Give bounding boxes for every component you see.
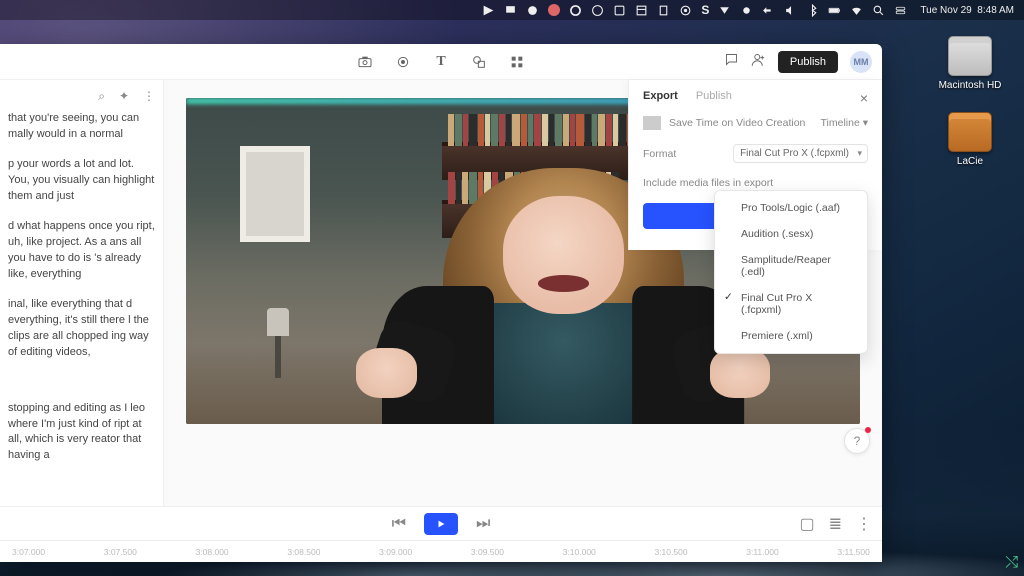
format-option[interactable]: Premiere (.xml) <box>715 323 867 349</box>
include-media-label: Include media files in export <box>643 177 773 189</box>
user-avatar[interactable]: MM <box>850 51 872 73</box>
layout-icon[interactable]: ▢ <box>799 514 814 534</box>
project-title: Save Time on Video Creation <box>669 117 805 129</box>
volume-icon[interactable] <box>784 4 797 17</box>
menubar-icon[interactable] <box>635 4 648 17</box>
ruler-mark: 3:08.000 <box>196 547 229 557</box>
comment-icon[interactable] <box>724 52 739 72</box>
scope-select[interactable]: Timeline ▾ <box>821 117 869 129</box>
grid-icon[interactable] <box>509 54 525 70</box>
record-icon[interactable] <box>395 54 411 70</box>
desktop-icon-label: Macintosh HD <box>938 80 1002 91</box>
ruler-mark: 3:09.500 <box>471 547 504 557</box>
menubar-icon[interactable] <box>613 4 626 17</box>
menubar-icon[interactable] <box>482 4 495 17</box>
ruler-mark: 3:11.500 <box>837 547 869 557</box>
play-button[interactable] <box>424 513 458 535</box>
timeline-ruler[interactable]: 3:07.000 3:07.500 3:08.000 3:08.500 3:09.000… <box>0 540 882 562</box>
menubar-status-red[interactable] <box>548 4 560 16</box>
ruler-mark: 3:09.000 <box>379 547 412 557</box>
transcript-sidebar: ⌕ ✦ ⋮ that you're seeing, you can mally … <box>0 80 164 506</box>
add-person-icon[interactable] <box>751 52 766 72</box>
menubar-icon[interactable] <box>762 4 775 17</box>
menubar-icon[interactable] <box>679 4 692 17</box>
search-icon[interactable]: ⌕ <box>98 88 105 105</box>
menubar-clock[interactable]: Tue Nov 29 8:48 AM <box>920 5 1014 16</box>
close-icon[interactable]: × <box>860 90 868 106</box>
drive-icon <box>948 112 992 152</box>
tab-publish[interactable]: Publish <box>696 90 732 102</box>
menubar-icon[interactable] <box>591 4 604 17</box>
format-label: Format <box>643 148 676 160</box>
timeline-view-icon[interactable]: ≣ <box>829 514 842 534</box>
menubar-icon[interactable] <box>526 4 539 17</box>
toolbar-center-tools: T <box>357 54 525 70</box>
format-select[interactable]: Final Cut Pro X (.fcpxml) <box>733 144 868 163</box>
camera-icon[interactable] <box>357 54 373 70</box>
publish-button[interactable]: Publish <box>778 51 838 73</box>
menubar-icon[interactable] <box>740 4 753 17</box>
descript-window: T Publish MM ⌕ ✦ ⋮ that you're seeing, y… <box>0 44 882 562</box>
battery-icon[interactable] <box>828 4 841 17</box>
transcript-line[interactable]: d what happens once you ript, uh, like p… <box>8 219 155 283</box>
transcript-line[interactable]: inal, like everything that d everything,… <box>8 297 155 361</box>
drive-icon <box>948 36 992 76</box>
clock-time: 8:48 AM <box>977 5 1014 16</box>
help-fab[interactable]: ? <box>844 428 870 454</box>
format-option[interactable]: Final Cut Pro X (.fcpxml) <box>715 285 867 323</box>
project-thumbnail <box>643 116 661 130</box>
text-icon[interactable]: T <box>433 54 449 70</box>
clock-day: Tue <box>920 5 937 16</box>
menubar-icon[interactable] <box>657 4 670 17</box>
format-option[interactable]: Samplitude/Reaper (.edl) <box>715 247 867 285</box>
wifi-icon[interactable] <box>850 4 863 17</box>
ruler-mark: 3:07.500 <box>104 547 137 557</box>
transcript-line[interactable]: that you're seeing, you can mally would … <box>8 111 155 143</box>
bluetooth-icon[interactable] <box>806 4 819 17</box>
format-option[interactable]: Audition (.sesx) <box>715 221 867 247</box>
transcript-line[interactable]: p your words a lot and lot. You, you vis… <box>8 157 155 205</box>
more-icon[interactable]: ⋮ <box>856 514 872 534</box>
page-fold-icon: ⤭ <box>1005 554 1018 572</box>
menubar-s-icon[interactable]: S <box>701 3 709 17</box>
format-option[interactable]: Pro Tools/Logic (.aaf) <box>715 195 867 221</box>
format-dropdown: Pro Tools/Logic (.aaf)Audition (.sesx)Sa… <box>714 190 868 354</box>
ruler-mark: 3:08.500 <box>287 547 320 557</box>
ruler-mark: 3:10.500 <box>654 547 687 557</box>
skip-forward-icon[interactable]: ⏭ <box>476 515 490 533</box>
menubar-icon[interactable] <box>718 4 731 17</box>
app-toolbar: T Publish MM <box>0 44 882 80</box>
sparkle-icon[interactable]: ✦ <box>119 88 129 105</box>
ruler-mark: 3:07.000 <box>12 547 45 557</box>
ruler-mark: 3:11.000 <box>746 547 778 557</box>
skip-back-icon[interactable]: ⏮ <box>392 515 406 533</box>
search-icon[interactable] <box>872 4 885 17</box>
transcript-line[interactable]: stopping and editing as I leo where I'm … <box>8 401 155 465</box>
tab-export[interactable]: Export <box>643 90 678 102</box>
transport-bar: ⏮ ⏭ ▢ ≣ ⋮ <box>0 506 882 540</box>
ruler-mark: 3:10.000 <box>563 547 596 557</box>
toolbar-right: Publish MM <box>724 44 872 80</box>
menubar-icon[interactable] <box>569 4 582 17</box>
menubar-icon[interactable] <box>504 4 517 17</box>
clock-date: Nov 29 <box>940 5 972 16</box>
desktop-icon-lacie[interactable]: LaCie <box>938 112 1002 167</box>
desktop-icon-label: LaCie <box>938 156 1002 167</box>
export-panel: Export Publish × Save Time on Video Crea… <box>628 80 882 250</box>
shapes-icon[interactable] <box>471 54 487 70</box>
macos-menubar: S Tue Nov 29 8:48 AM <box>0 0 1024 20</box>
more-icon[interactable]: ⋮ <box>143 88 155 105</box>
desktop-icon-macintosh-hd[interactable]: Macintosh HD <box>938 36 1002 91</box>
control-center-icon[interactable] <box>894 4 907 17</box>
